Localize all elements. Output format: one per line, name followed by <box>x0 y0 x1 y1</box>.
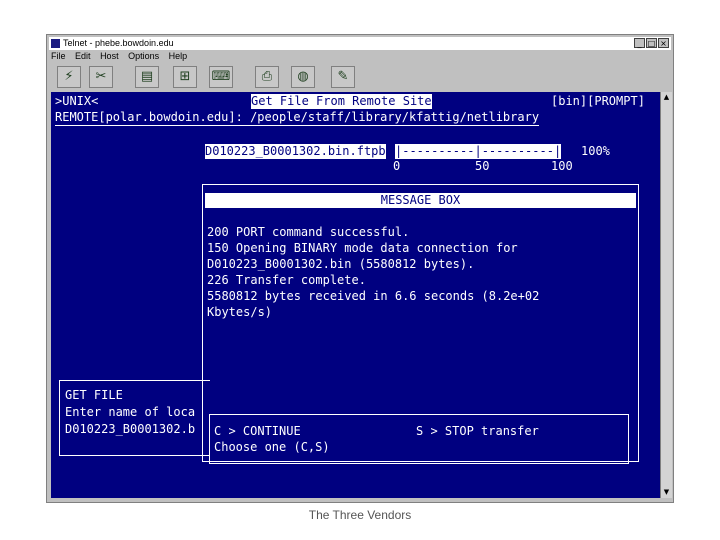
scroll-down-icon[interactable]: ▼ <box>662 488 671 497</box>
mode-indicator: [bin][PROMPT] <box>551 94 645 108</box>
progress-tick-0: 0 <box>393 159 401 173</box>
menu-options[interactable]: Options <box>128 51 159 61</box>
local-filename-field[interactable]: D010223_B0001302.b <box>65 422 195 437</box>
close-button[interactable]: × <box>658 38 669 48</box>
choice-prompt[interactable]: Choose one (C,S) <box>214 440 330 455</box>
progress-bar: |----------|----------| <box>395 144 562 159</box>
globe-icon[interactable]: ◍ <box>291 66 315 88</box>
get-file-title: GET FILE <box>65 388 123 402</box>
printer-icon[interactable]: ⎙ <box>255 66 279 88</box>
unix-prompt: >UNIX< <box>55 94 99 108</box>
progress-tick-100: 100 <box>551 159 573 173</box>
progress-percent: 100% <box>581 144 610 158</box>
choice-box: C > CONTINUE S > STOP transfer Choose on… <box>209 414 629 464</box>
message-line: 200 PORT command successful. <box>207 225 410 239</box>
doc-icon[interactable]: ▤ <box>135 66 159 88</box>
toolbar: ⚡ ✂ ▤ ⊞ ⌨ ⎙ ◍ ✎ <box>51 63 671 90</box>
minimize-button[interactable]: _ <box>634 38 645 48</box>
remote-path: REMOTE[polar.bowdoin.edu]: /people/staff… <box>55 110 540 126</box>
message-box-title: MESSAGE BOX <box>205 193 636 208</box>
scroll-up-icon[interactable]: ▲ <box>662 93 671 102</box>
screen-title: Get File From Remote Site <box>251 94 432 109</box>
message-line: D010223_B0001302.bin (5580812 bytes). <box>207 257 475 271</box>
terminal-screen[interactable]: >UNIX< Get File From Remote Site [bin][P… <box>51 92 660 498</box>
vertical-scrollbar[interactable]: ▲ ▼ <box>660 92 672 498</box>
progress-tick-50: 50 <box>475 159 490 173</box>
menu-bar: File Edit Host Options Help <box>51 50 194 62</box>
message-line: Kbytes/s) <box>207 305 273 319</box>
get-file-prompt: Enter name of loca <box>65 405 196 419</box>
stop-option[interactable]: S > STOP transfer <box>416 424 539 439</box>
connect-icon[interactable]: ⚡ <box>57 66 81 88</box>
telnet-icon <box>51 39 60 48</box>
maximize-button[interactable]: □ <box>646 38 657 48</box>
disconnect-icon[interactable]: ✂ <box>89 66 113 88</box>
message-line: 226 Transfer complete. <box>207 273 366 287</box>
menu-file[interactable]: File <box>51 51 66 61</box>
window-title: Telnet - phebe.bowdoin.edu <box>63 38 174 48</box>
sliders-icon[interactable]: ⊞ <box>173 66 197 88</box>
menu-help[interactable]: Help <box>169 51 188 61</box>
progress-filename: D010223_B0001302.bin.ftpb <box>205 144 386 159</box>
menu-edit[interactable]: Edit <box>75 51 91 61</box>
slide-caption: The Three Vendors <box>308 508 412 522</box>
title-bar[interactable]: Telnet - phebe.bowdoin.edu _ □ × <box>49 37 671 50</box>
continue-option[interactable]: C > CONTINUE <box>214 424 301 439</box>
message-line: 5580812 bytes received in 6.6 seconds (8… <box>207 289 540 303</box>
message-line: 150 Opening BINARY mode data connection … <box>207 241 518 255</box>
tool-icon[interactable]: ✎ <box>331 66 355 88</box>
get-file-panel: GET FILE Enter name of loca D010223_B000… <box>59 380 210 456</box>
menu-host[interactable]: Host <box>100 51 119 61</box>
keyboard-icon[interactable]: ⌨ <box>209 66 233 88</box>
